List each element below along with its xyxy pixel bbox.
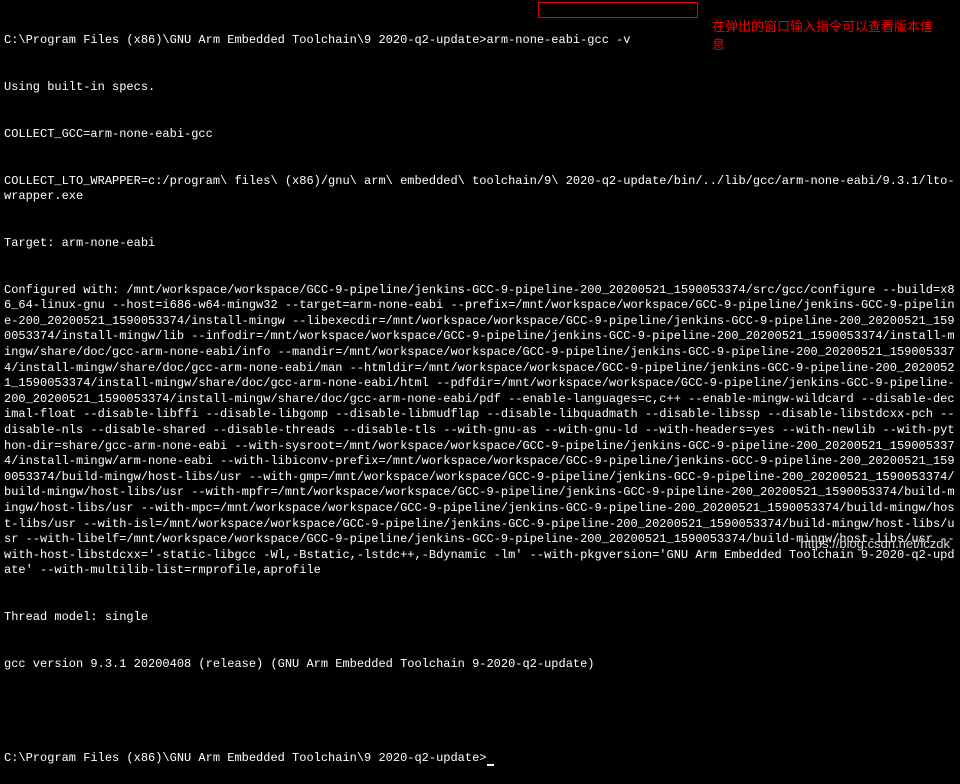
terminal-output[interactable]: C:\Program Files (x86)\GNU Arm Embedded … — [0, 0, 960, 784]
output-collect-gcc: COLLECT_GCC=arm-none-eabi-gcc — [4, 127, 956, 143]
command-text: arm-none-eabi-gcc -v — [486, 33, 630, 47]
cursor — [487, 764, 494, 766]
output-thread-model: Thread model: single — [4, 610, 956, 626]
output-gcc-version: gcc version 9.3.1 20200408 (release) (GN… — [4, 657, 956, 673]
output-collect-lto: COLLECT_LTO_WRAPPER=c:/program\ files\ (… — [4, 174, 956, 205]
prompt-line-2: C:\Program Files (x86)\GNU Arm Embedded … — [4, 751, 956, 767]
prompt-path: C:\Program Files (x86)\GNU Arm Embedded … — [4, 33, 486, 47]
blank-line — [4, 704, 956, 720]
output-configured: Configured with: /mnt/workspace/workspac… — [4, 283, 956, 579]
annotation-text: 在弹出的窗口输入指令可以查看版本信息 — [712, 18, 942, 54]
watermark: https://blog.csdn.net/lczdk — [800, 536, 950, 553]
prompt-path-2: C:\Program Files (x86)\GNU Arm Embedded … — [4, 751, 486, 765]
output-target: Target: arm-none-eabi — [4, 236, 956, 252]
output-specs: Using built-in specs. — [4, 80, 956, 96]
